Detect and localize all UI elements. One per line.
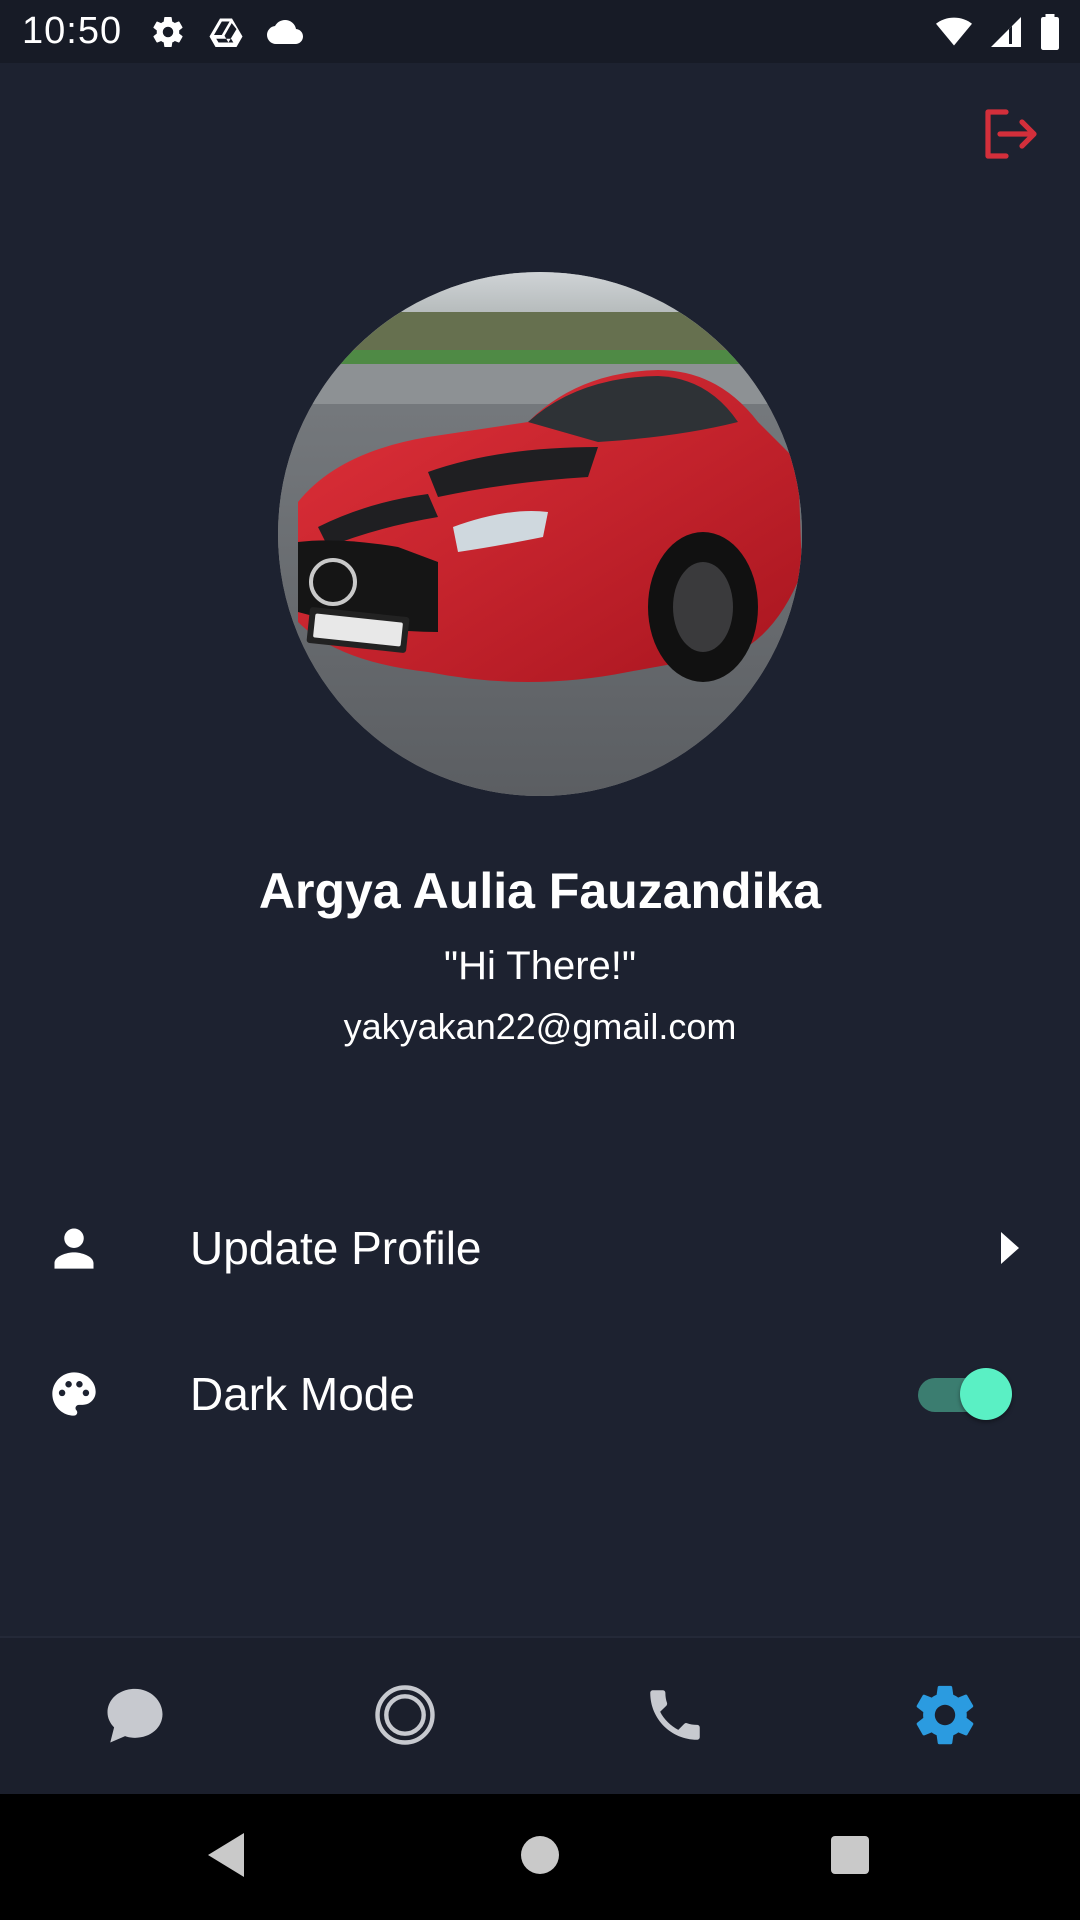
toggle-thumb: [960, 1368, 1012, 1420]
back-icon: [204, 1831, 248, 1884]
system-navigation-bar: [0, 1794, 1080, 1920]
dark-mode-toggle[interactable]: [918, 1366, 1012, 1422]
recents-button[interactable]: [790, 1794, 910, 1920]
update-profile-label: Update Profile: [190, 1222, 482, 1274]
chevron-right-icon: [994, 1228, 1024, 1268]
profile-screen: 10:50 Argya Aulia Fauzandika "Hi There!"…: [0, 0, 1080, 1920]
gear-icon: [910, 1680, 980, 1755]
status-ring-icon: [372, 1682, 438, 1753]
profile-name: Argya Aulia Fauzandika: [258, 863, 822, 919]
status-time: 10:50: [22, 10, 123, 52]
nav-chats[interactable]: [0, 1638, 270, 1796]
bottom-navigation: [0, 1636, 1080, 1794]
home-button[interactable]: [480, 1794, 600, 1920]
palette-icon: [48, 1368, 100, 1420]
home-icon: [520, 1835, 560, 1880]
settings-icon: [150, 14, 186, 50]
phone-icon: [642, 1682, 708, 1753]
wifi-icon: [934, 14, 974, 50]
drive-icon: [208, 14, 244, 50]
profile-status: "Hi There!": [443, 944, 637, 988]
logout-button[interactable]: [980, 108, 1040, 164]
cloud-icon: [266, 14, 304, 50]
nav-status[interactable]: [270, 1638, 540, 1796]
status-bar: 10:50: [0, 0, 1080, 63]
update-profile-row[interactable]: Update Profile: [0, 1188, 1080, 1308]
logout-icon: [982, 108, 1038, 165]
nav-settings[interactable]: [810, 1638, 1080, 1796]
dark-mode-row: Dark Mode: [0, 1334, 1080, 1454]
signal-icon: [988, 14, 1024, 50]
avatar[interactable]: [278, 272, 802, 796]
nav-calls[interactable]: [540, 1638, 810, 1796]
battery-icon: [1038, 13, 1062, 50]
chat-bubble-icon: [102, 1682, 168, 1753]
person-icon: [48, 1222, 100, 1274]
profile-email: yakyakan22@gmail.com: [343, 1006, 737, 1047]
recents-icon: [830, 1835, 870, 1880]
back-button[interactable]: [166, 1794, 286, 1920]
dark-mode-label: Dark Mode: [190, 1368, 415, 1420]
